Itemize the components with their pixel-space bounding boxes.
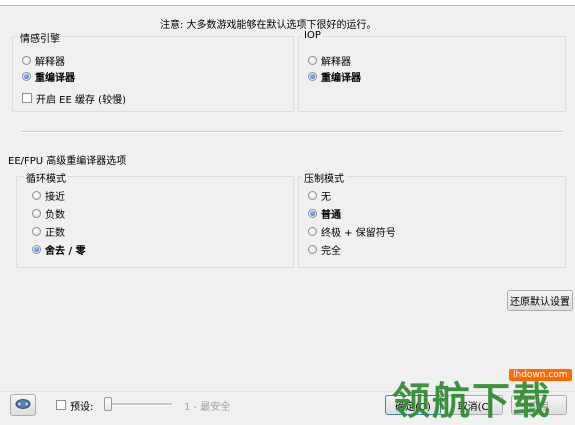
watermark-text: 领航下载	[392, 379, 553, 423]
radio-selected-icon	[22, 71, 31, 81]
checkbox-icon	[56, 400, 66, 410]
clamping-none-radio[interactable]: 无	[308, 188, 331, 203]
ee-cache-checkbox[interactable]: 开启 EE 缓存 (较慢)	[22, 91, 126, 106]
ee-group-title: 情感引擎	[18, 30, 62, 45]
clamping-normal-radio[interactable]: 普通	[308, 206, 341, 221]
radio-selected-icon	[308, 208, 317, 218]
preset-checkbox[interactable]: 预设:	[56, 398, 93, 413]
separator-line	[22, 131, 562, 133]
radio-icon	[308, 244, 317, 254]
radio-icon	[32, 208, 41, 218]
rounding-chop-radio[interactable]: 舍去 / 零	[32, 242, 86, 257]
iop-interpreter-radio[interactable]: 解释器	[308, 53, 351, 68]
ee-interpreter-radio[interactable]: 解释器	[22, 53, 65, 68]
ee-recompiler-radio[interactable]: 重编译器	[22, 69, 75, 84]
title-strip	[0, 0, 575, 6]
fpu-section-title: EE/FPU 高级重编译器选项	[8, 156, 127, 167]
iop-group-title: IOP	[302, 30, 323, 41]
rounding-nearest-radio[interactable]: 接近	[32, 188, 65, 203]
gamepad-icon	[15, 398, 31, 413]
checkbox-icon	[22, 93, 32, 103]
restore-defaults-button[interactable]: 还原默认设置	[507, 290, 573, 311]
radio-icon	[308, 190, 317, 200]
rounding-group-title: 循环模式	[24, 170, 68, 185]
radio-icon	[32, 190, 41, 200]
radio-icon	[308, 226, 317, 236]
radio-selected-icon	[32, 244, 41, 254]
radio-selected-icon	[308, 71, 317, 81]
preset-value-label: 1 - 最安全	[184, 402, 231, 413]
iop-recompiler-radio[interactable]: 重编译器	[308, 69, 361, 84]
radio-icon	[22, 55, 31, 65]
gamepad-button[interactable]	[10, 394, 36, 416]
preset-slider-thumb[interactable]	[104, 397, 112, 411]
radio-icon	[32, 226, 41, 236]
rounding-negative-radio[interactable]: 负数	[32, 206, 65, 221]
radio-icon	[308, 55, 317, 65]
clamping-full-radio[interactable]: 完全	[308, 242, 341, 257]
notice-text: 注意: 大多数游戏能够在默认选项下很好的运行。	[160, 20, 377, 31]
rounding-positive-radio[interactable]: 正数	[32, 224, 65, 239]
preset-slider-track[interactable]	[106, 403, 172, 406]
clamping-group-title: 压制模式	[302, 170, 346, 185]
clamping-extra-sign-radio[interactable]: 终极 + 保留符号	[308, 224, 396, 239]
